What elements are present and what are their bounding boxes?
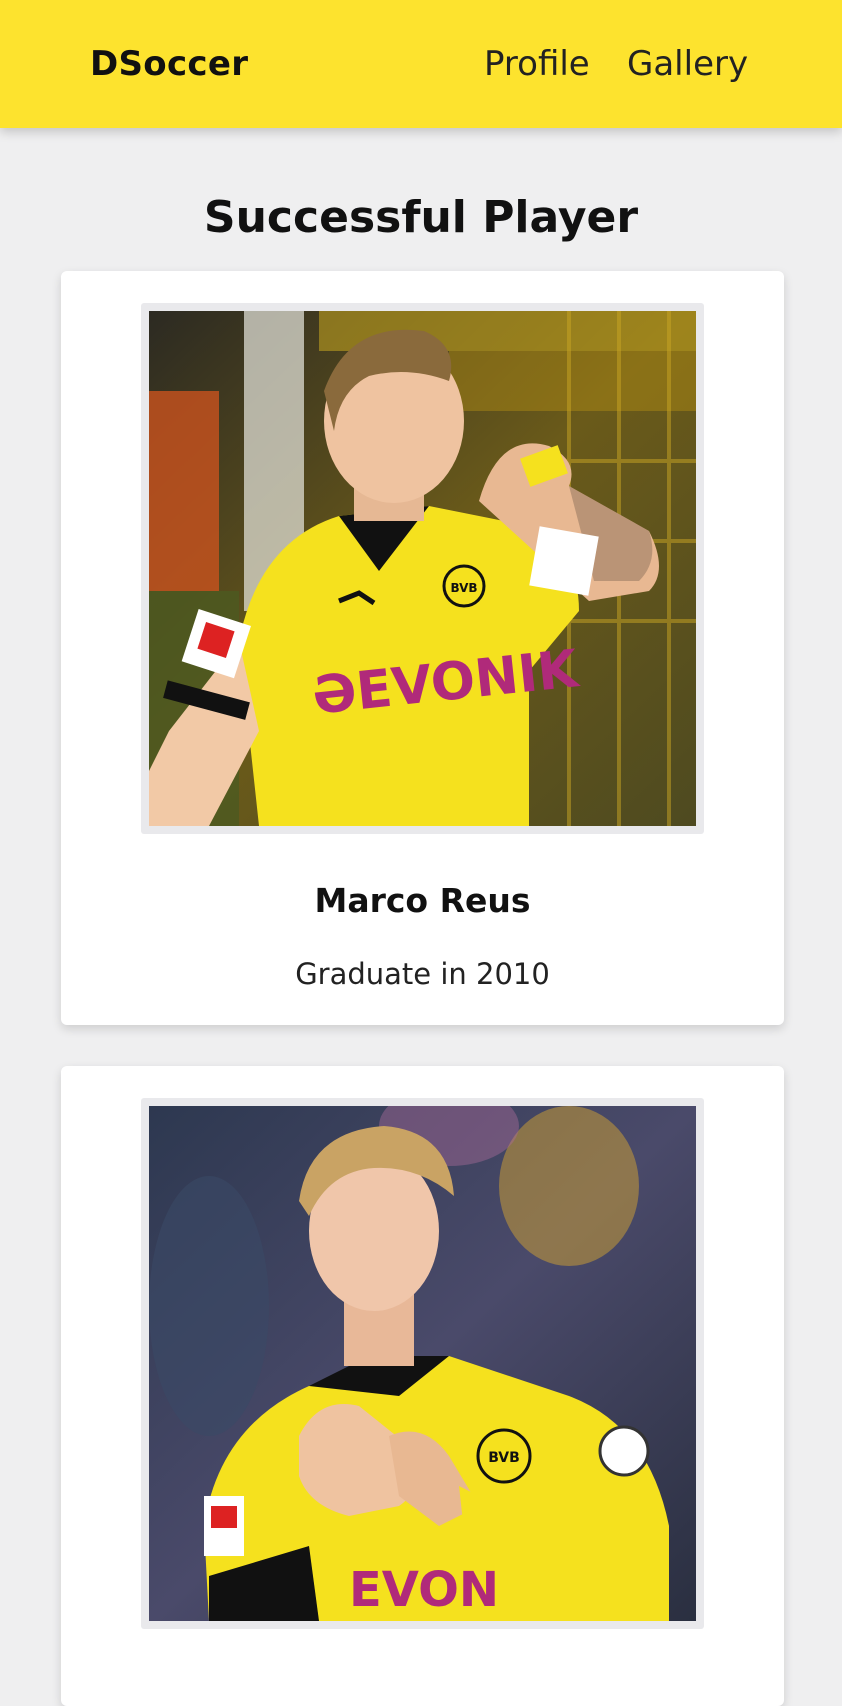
player-photo: BVB EVON — [149, 1106, 696, 1621]
player-photo-frame: BVB ƏEVONIK — [141, 303, 704, 834]
nav-link-gallery[interactable]: Gallery — [627, 44, 748, 84]
player-photo: BVB ƏEVONIK — [149, 311, 696, 826]
svg-text:EVON: EVON — [349, 1562, 499, 1618]
svg-text:BVB: BVB — [450, 581, 477, 595]
section-title: Successful Player — [203, 192, 639, 243]
nav-link-profile[interactable]: Profile — [484, 44, 590, 84]
player-graduation: Graduate in 2010 — [295, 957, 550, 991]
brand-logo[interactable]: DSoccer — [90, 44, 248, 84]
player-card: BVB ƏEVONIK Marco Reus Graduate in 2010 — [61, 271, 784, 1025]
svg-text:BVB: BVB — [488, 1450, 520, 1466]
player-photo-image: BVB EVON — [149, 1106, 696, 1621]
player-photo-frame: BVB EVON — [141, 1098, 704, 1629]
top-navbar: DSoccer Profile Gallery — [0, 0, 842, 128]
player-card: BVB EVON — [61, 1066, 784, 1706]
player-name: Marco Reus — [314, 881, 531, 920]
player-photo-image: BVB ƏEVONIK — [149, 311, 696, 826]
